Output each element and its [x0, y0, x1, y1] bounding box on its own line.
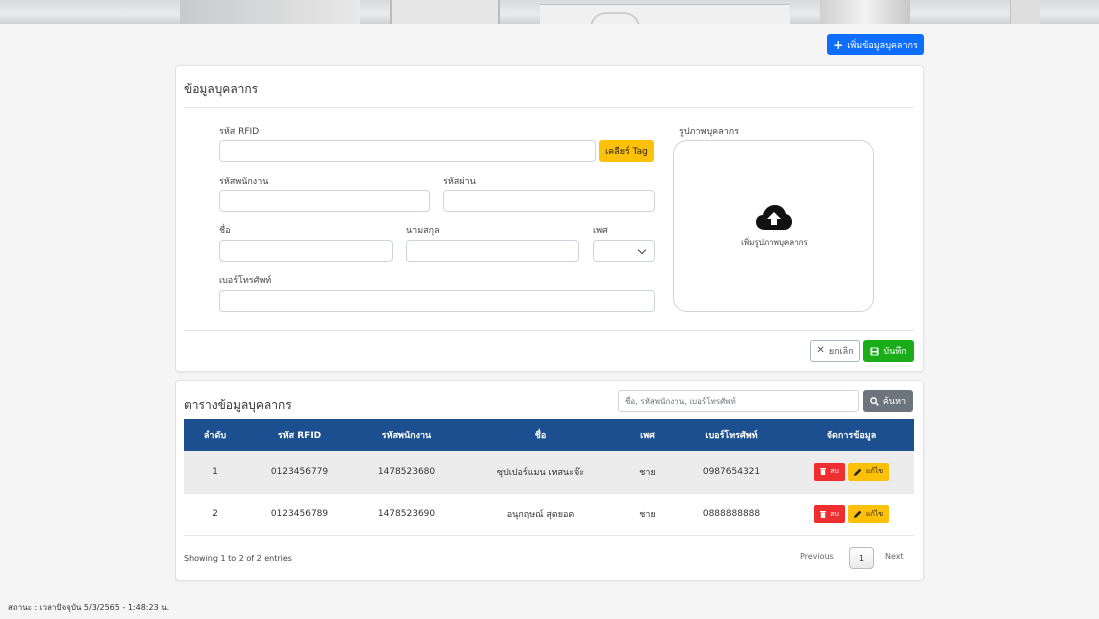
form-title: ข้อมูลบุคลากร	[184, 82, 259, 96]
edit-label: แก้ไข	[865, 509, 884, 518]
row-number: 1	[184, 451, 246, 494]
save-label: บันทึก	[883, 347, 907, 357]
row-rfid: 0123456779	[246, 451, 353, 494]
rfid-input[interactable]	[219, 140, 596, 162]
cancel-button[interactable]: ✕ ยกเลิก	[810, 340, 860, 362]
employee-code-input[interactable]	[219, 190, 430, 212]
rfid-label: รหัส RFID	[219, 127, 260, 137]
search-button[interactable]: ค้นหา	[863, 390, 913, 412]
row-gender: ชาย	[621, 493, 674, 536]
first-name-input[interactable]	[219, 240, 393, 262]
table-row: 2 0123456789 1478523690 อนุกฤษณ์ สุดยอด …	[184, 493, 914, 536]
add-personnel-label: เพิ่มข้อมูลบุคลากร	[847, 40, 918, 51]
edit-button[interactable]: แก้ไข	[848, 505, 889, 523]
delete-button[interactable]: ลบ	[814, 505, 845, 523]
column-header[interactable]: เบอร์โทรศัพท์	[674, 419, 789, 451]
plus-icon: +	[833, 37, 844, 52]
add-personnel-button[interactable]: + เพิ่มข้อมูลบุคลากร	[827, 34, 924, 55]
employee-code-label: รหัสพนักงาน	[219, 177, 269, 187]
row-gender: ชาย	[621, 451, 674, 494]
save-button[interactable]: บันทึก	[863, 340, 914, 362]
row-employee-code: 1478523690	[353, 493, 460, 536]
delete-label: ลบ	[830, 509, 839, 518]
photo-label: รูปภาพบุคลากร	[679, 127, 740, 137]
photo-upload-text: เพิ่มรูปภาพบุคลากร	[741, 238, 808, 247]
trash-icon	[820, 468, 827, 476]
photo-upload-area[interactable]: เพิ่มรูปภาพบุคลากร	[673, 140, 874, 312]
status-bar: สถานะ : เวลาปัจจุบัน 5/3/2565 - 1:48:23 …	[8, 603, 170, 612]
row-name: อนุกฤษณ์ สุดยอด	[460, 493, 621, 536]
search-input[interactable]	[618, 390, 859, 412]
clear-tag-button[interactable]: เคลียร์ Tag	[599, 140, 654, 162]
gender-select[interactable]	[593, 240, 655, 262]
previous-page-button[interactable]: Previous	[800, 552, 834, 561]
row-employee-code: 1478523680	[353, 451, 460, 494]
row-phone: 0888888888	[674, 493, 789, 536]
column-header[interactable]: ลำดับ	[184, 419, 246, 451]
floppy-icon	[870, 346, 879, 356]
form-header-divider	[184, 107, 914, 108]
first-name-label: ชื่อ	[219, 226, 231, 236]
table-row: 1 0123456779 1478523680 ซุปเปอร์แมน เทสน…	[184, 451, 914, 494]
column-header[interactable]: จัดการข้อมูล	[789, 419, 914, 451]
pencil-icon	[853, 468, 862, 476]
phone-label: เบอร์โทรศัพท์	[219, 276, 272, 286]
cloud-upload-icon	[756, 205, 792, 230]
table-title: ตารางข้อมูลบุคลากร	[184, 398, 292, 412]
edit-button[interactable]: แก้ไข	[848, 462, 889, 481]
row-rfid: 0123456789	[246, 493, 353, 536]
row-actions: ลบ แก้ไข	[789, 451, 914, 494]
phone-input[interactable]	[219, 290, 655, 312]
gender-label: เพศ	[593, 226, 608, 236]
cancel-label: ยกเลิก	[828, 347, 854, 357]
table-header-row: ลำดับ รหัส RFID รหัสพนักงาน ชื่อ เพศ เบอ…	[184, 419, 914, 451]
column-header[interactable]: เพศ	[621, 419, 674, 451]
last-name-label: นามสกุล	[406, 226, 440, 236]
delete-label: ลบ	[830, 467, 839, 476]
row-name: ซุปเปอร์แมน เทสนะจ๊ะ	[460, 451, 621, 494]
row-number: 2	[184, 493, 246, 536]
personnel-table: ลำดับ รหัส RFID รหัสพนักงาน ชื่อ เพศ เบอ…	[184, 419, 914, 536]
trash-icon	[820, 510, 827, 518]
search-label: ค้นหา	[882, 397, 907, 407]
column-header[interactable]: รหัส RFID	[246, 419, 353, 451]
chevron-down-icon	[637, 245, 647, 255]
edit-label: แก้ไข	[865, 467, 884, 476]
password-input[interactable]	[443, 190, 655, 212]
last-name-input[interactable]	[406, 240, 579, 262]
header-banner-image	[0, 0, 1099, 24]
column-header[interactable]: ชื่อ	[460, 419, 621, 451]
row-phone: 0987654321	[674, 451, 789, 494]
password-label: รหัสผ่าน	[443, 177, 476, 187]
row-actions: ลบ แก้ไข	[789, 493, 914, 536]
next-page-button[interactable]: Next	[885, 552, 904, 561]
table-info: Showing 1 to 2 of 2 entries	[184, 554, 292, 563]
close-icon: ✕	[816, 345, 825, 356]
pencil-icon	[853, 510, 862, 518]
page-number-button[interactable]: 1	[849, 547, 874, 569]
search-icon	[870, 396, 879, 406]
column-header[interactable]: รหัสพนักงาน	[353, 419, 460, 451]
delete-button[interactable]: ลบ	[814, 462, 845, 481]
form-footer-divider	[184, 330, 914, 331]
